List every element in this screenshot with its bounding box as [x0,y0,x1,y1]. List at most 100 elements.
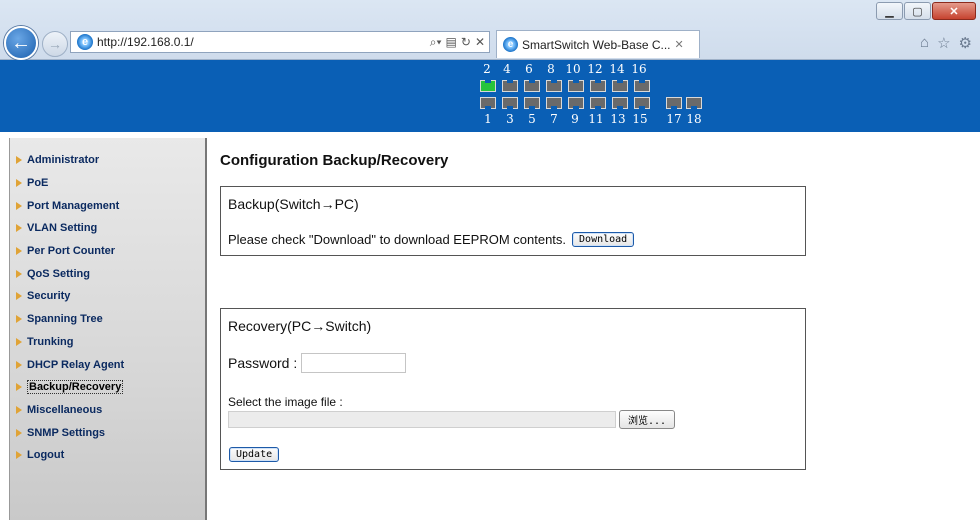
recovery-panel: Recovery(PC→Switch) Password : Select th… [220,308,806,470]
port-label-1: 1 [484,112,492,126]
tab-close-icon[interactable]: ✕ [675,38,684,51]
minimize-icon[interactable]: ▁ [876,2,903,20]
sidebar-item-security[interactable]: Security [10,285,205,308]
ie-page-icon: e [77,34,93,50]
tab-page-icon: e [503,37,518,52]
port-18-icon[interactable] [686,97,702,109]
browser-tab[interactable]: e SmartSwitch Web-Base C... ✕ [496,30,700,58]
sidebar-item-backup-recovery[interactable]: Backup/Recovery [10,376,205,399]
sidebar-item-label: Security [27,290,71,303]
search-icon[interactable]: ⌕▾ [430,35,442,50]
port-7-icon[interactable] [546,97,562,109]
sidebar-item-label: DHCP Relay Agent [27,358,125,371]
password-field[interactable] [301,353,407,373]
sidebar-item-label: Administrator [27,154,100,167]
port-12-icon[interactable] [590,80,606,92]
sidebar-item-miscellaneous[interactable]: Miscellaneous [10,399,205,422]
port-label-12: 12 [587,62,603,76]
download-button[interactable]: Download [572,232,635,247]
backup-panel: Backup(Switch→PC) Please check "Download… [220,186,806,256]
sidebar-item-dhcp-relay-agent[interactable]: DHCP Relay Agent [10,353,205,376]
file-path-field[interactable] [228,411,616,428]
address-bar[interactable]: e http://192.168.0.1/ ⌕▾ ▤ ↻ ✕ [70,31,490,53]
back-arrow-icon[interactable]: ← [4,26,38,60]
favorites-star-icon[interactable]: ☆ [937,34,950,52]
sidebar-item-poe[interactable]: PoE [10,172,205,195]
arrow-icon [16,451,22,460]
sidebar-item-label: VLAN Setting [27,222,98,235]
arrow-icon [16,224,22,233]
sidebar-item-trunking[interactable]: Trunking [10,331,205,354]
sidebar-item-snmp-settings[interactable]: SNMP Settings [10,421,205,444]
browser-toolbar-icons: ⌂ ☆ ⚙ [920,34,972,52]
forward-arrow-icon[interactable]: → [42,31,68,57]
port-4-icon[interactable] [502,80,518,92]
home-icon[interactable]: ⌂ [920,34,929,52]
port-label-18: 18 [686,112,702,126]
port-17-icon[interactable] [666,97,682,109]
port-label-16: 16 [631,62,647,76]
port-status-panel: 2 4 6 8 10 12 14 16 1 3 5 7 9 11 13 15 1… [478,62,718,130]
sidebar-item-administrator[interactable]: Administrator [10,149,205,172]
port-label-3: 3 [506,112,514,126]
port-5-icon[interactable] [524,97,540,109]
sidebar-item-label: QoS Setting [27,267,90,280]
password-row: Password : [228,353,407,373]
stop-icon[interactable]: ✕ [475,35,485,50]
port-label-7: 7 [550,112,558,126]
compat-view-icon[interactable]: ▤ [446,35,457,50]
browse-button[interactable]: 浏览... [619,410,676,429]
backup-row: Please check "Download" to download EEPR… [228,232,635,247]
browser-chrome: ▁ ▢ ✕ ← → e http://192.168.0.1/ ⌕▾ ▤ ↻ ✕… [0,0,980,60]
arrow-icon [16,337,22,346]
file-row: 浏览... [228,410,676,429]
port-11-icon[interactable] [590,97,606,109]
sidebar-item-spanning-tree[interactable]: Spanning Tree [10,308,205,331]
sidebar-item-label: PoE [27,177,49,190]
password-label: Password : [228,355,298,371]
close-window-icon[interactable]: ✕ [932,2,976,20]
port-14-icon[interactable] [612,80,628,92]
port-label-15: 15 [632,112,648,126]
port-2-icon[interactable] [480,80,496,92]
port-label-14: 14 [609,62,625,76]
refresh-icon[interactable]: ↻ [461,35,471,50]
sidebar-item-vlan-setting[interactable]: VLAN Setting [10,217,205,240]
page-title: Configuration Backup/Recovery [220,152,449,169]
arrow-icon [16,428,22,437]
address-url: http://192.168.0.1/ [97,35,194,49]
sidebar-item-per-port-counter[interactable]: Per Port Counter [10,240,205,263]
update-button[interactable]: Update [229,447,280,462]
arrow-icon [16,315,22,324]
sidebar-item-label: Per Port Counter [27,245,116,258]
main-content: Configuration Backup/Recovery Backup(Swi… [220,138,980,520]
sidebar-item-qos-setting[interactable]: QoS Setting [10,262,205,285]
port-6-icon[interactable] [524,80,540,92]
recovery-heading: Recovery(PC→Switch) [228,318,372,334]
port-1-icon[interactable] [480,97,496,109]
arrow-icon [16,247,22,256]
port-15-icon[interactable] [634,97,650,109]
port-label-13: 13 [610,112,626,126]
port-9-icon[interactable] [568,97,584,109]
port-10-icon[interactable] [568,80,584,92]
backup-heading: Backup(Switch→PC) [228,196,359,212]
port-13-icon[interactable] [612,97,628,109]
sidebar-item-logout[interactable]: Logout [10,444,205,467]
sidebar-item-port-management[interactable]: Port Management [10,194,205,217]
port-3-icon[interactable] [502,97,518,109]
port-label-10: 10 [565,62,581,76]
arrow-icon [16,405,22,414]
sidebar-item-label: SNMP Settings [27,426,106,439]
port-8-icon[interactable] [546,80,562,92]
port-16-icon[interactable] [634,80,650,92]
sidebar-item-label: Backup/Recovery [27,380,124,395]
address-tools: ⌕▾ ▤ ↻ ✕ [430,35,485,50]
arrow-icon [16,292,22,301]
port-label-17: 17 [666,112,682,126]
port-label-11: 11 [588,112,604,126]
sidebar-item-label: Logout [27,449,65,462]
sidebar-item-label: Miscellaneous [27,403,103,416]
maximize-icon[interactable]: ▢ [904,2,931,20]
settings-gear-icon[interactable]: ⚙ [959,34,972,52]
